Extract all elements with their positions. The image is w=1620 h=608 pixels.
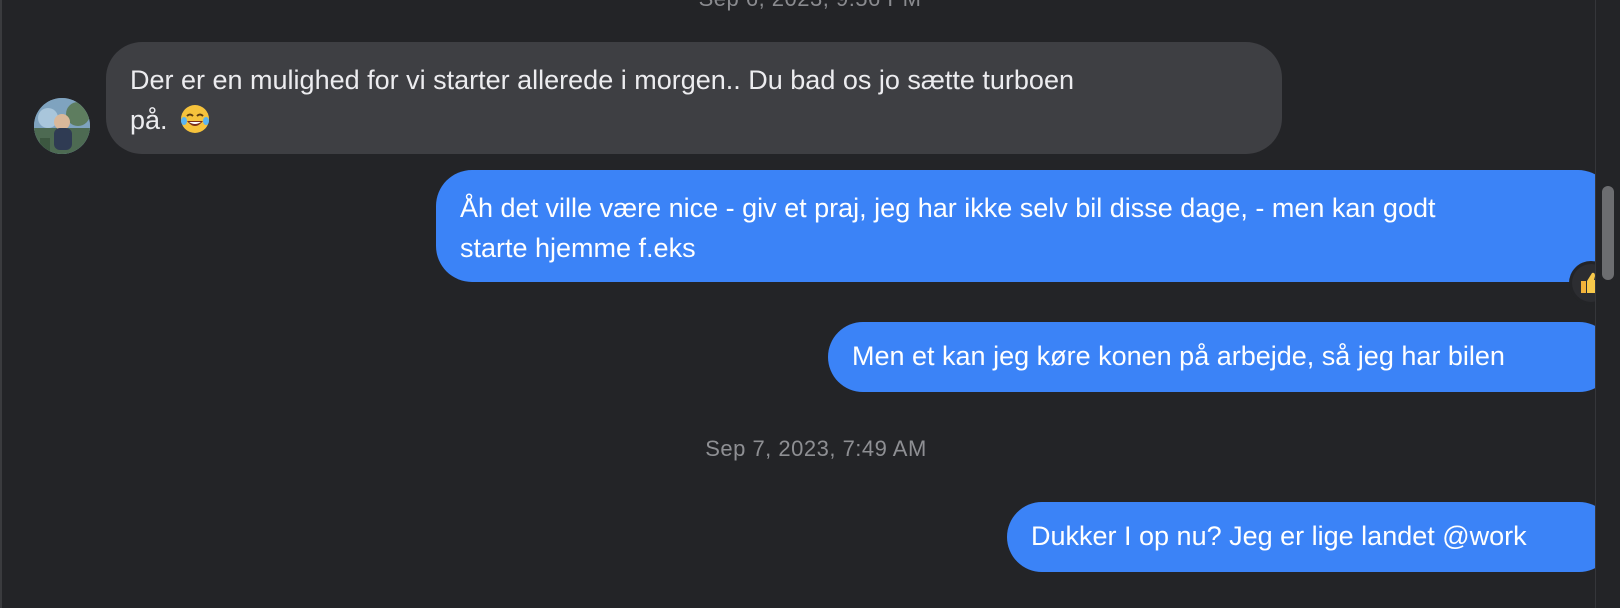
message-text-line-2: på. xyxy=(130,100,1258,140)
message-text: på. xyxy=(130,105,168,135)
message-bubble-outgoing[interactable]: Åh det ville være nice - giv et praj, je… xyxy=(436,170,1614,282)
message-bubble-outgoing[interactable]: Men et kan jeg køre konen på arbejde, så… xyxy=(828,322,1614,392)
avatar-photo-icon xyxy=(34,98,90,154)
conversation-timestamp: Sep 7, 2023, 7:49 AM xyxy=(705,436,927,461)
message-text: Men et kan jeg køre konen på arbejde, så… xyxy=(852,341,1505,371)
window-left-border xyxy=(0,0,2,608)
message-text: Dukker I op nu? Jeg er lige landet @work xyxy=(1031,521,1527,551)
message-text-line-2: starte hjemme f.eks xyxy=(460,233,696,263)
tears-of-joy-emoji-icon xyxy=(181,105,210,133)
contact-avatar[interactable] xyxy=(34,98,90,154)
message-text-line: Der er en mulighed for vi starter allere… xyxy=(130,65,1074,95)
message-bubble-incoming[interactable]: Der er en mulighed for vi starter allere… xyxy=(106,42,1282,154)
clipped-timestamp: Sep 6, 2023, 9:56 PM xyxy=(0,0,1620,12)
message-bubble-outgoing[interactable]: Dukker I op nu? Jeg er lige landet @work xyxy=(1007,502,1614,572)
scrollbar-track[interactable] xyxy=(1595,0,1620,608)
scrollbar-thumb[interactable] xyxy=(1602,186,1614,280)
message-text-line: Åh det ville være nice - giv et praj, je… xyxy=(460,193,1436,223)
